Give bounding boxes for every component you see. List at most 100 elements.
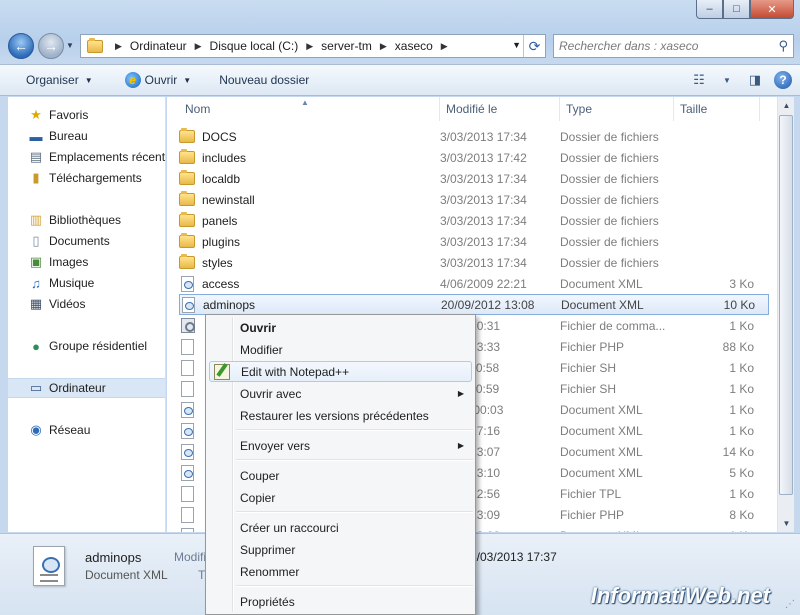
scroll-down-icon[interactable]: ▼ [778,515,794,532]
column-header-modified[interactable]: Modifié le [440,97,560,121]
new-folder-button[interactable]: Nouveau dossier [201,65,319,95]
file-icon [181,359,194,376]
column-header-name[interactable]: ▲ Nom [167,97,440,121]
sidebar-item-reseau[interactable]: ◉ Réseau [8,420,165,440]
column-header-size[interactable]: Taille [674,97,760,121]
file-modified: 20/09/2012 13:08 [441,297,535,312]
column-headers: ▲ Nom Modifié le Type Taille [167,97,777,121]
sidebar-item-label: Favoris [49,108,89,122]
folder-icon [179,191,195,206]
breadcrumb-disque-local[interactable]: Disque local (C:) [208,39,301,53]
refresh-icon[interactable]: ⟳ [523,35,545,57]
minimize-button[interactable]: – [696,0,723,19]
chevron-right-icon[interactable]: ▶ [300,41,319,52]
menu-item-label: Envoyer vers [240,438,311,453]
help-icon[interactable]: ? [774,71,792,89]
table-row[interactable]: access 4/06/2009 22:21 Document XML 3 Ko [179,273,769,294]
navigation-row: ← → ▼ ▶ Ordinateur ▶ Disque local (C:) ▶… [8,33,794,59]
folder-icon [179,233,195,248]
breadcrumb-ordinateur[interactable]: Ordinateur [128,39,189,53]
sidebar-item-groupe[interactable]: ● Groupe résidentiel [8,336,165,356]
file-type: Dossier de fichiers [560,234,659,249]
vertical-scrollbar[interactable]: ▲ ▼ [777,97,794,532]
chevron-down-icon[interactable]: ▼ [718,71,736,89]
address-bar[interactable]: ▶ Ordinateur ▶ Disque local (C:) ▶ serve… [80,34,546,58]
search-icon[interactable]: ⚲ [778,38,788,54]
sidebar-item-images[interactable]: ▣ Images [8,252,165,272]
menu-item-send-to[interactable]: Envoyer vers ▶ [209,435,472,456]
menu-item-delete[interactable]: Supprimer [209,539,472,560]
file-name: DOCS [202,129,237,144]
sidebar-item-label: Groupe résidentiel [49,339,148,353]
file-type: Document XML [561,297,644,312]
chevron-right-icon[interactable]: ▶ [109,41,128,52]
sidebar-item-label: Ordinateur [49,381,106,395]
file-type: Fichier de comma... [560,318,666,333]
history-dropdown-icon[interactable]: ▼ [66,41,74,50]
menu-item-notepad[interactable]: Edit with Notepad++ [209,361,472,382]
sidebar-item-musique[interactable]: ♫ Musique [8,273,165,293]
file-name-cell: includes [179,149,440,165]
back-button[interactable]: ← [8,33,34,59]
homegroup-icon: ● [32,338,40,354]
sidebar-item-label: Emplacements récents [49,150,166,164]
menu-item-cut[interactable]: Couper [209,465,472,486]
close-button[interactable]: ✕ [750,0,794,19]
menu-item-rename[interactable]: Renommer [209,561,472,582]
chevron-right-icon[interactable]: ▶ [189,41,208,52]
file-type: Fichier TPL [560,486,622,501]
sidebar-item-emplacements[interactable]: ▤ Emplacements récents [8,147,166,167]
table-row[interactable]: plugins 3/03/2013 17:34 Dossier de fichier… [179,231,769,252]
address-dropdown-icon[interactable]: ▼ [512,40,521,50]
sidebar-item-bureau[interactable]: ▬ Bureau [8,126,165,146]
organize-button[interactable]: Organiser ▼ [0,65,103,95]
sidebar-item-favoris[interactable]: ★ Favoris [8,105,165,125]
table-row[interactable]: newinstall 3/03/2013 17:34 Dossier de fich… [179,189,769,210]
sidebar-item-telechargements[interactable]: ▮ Téléchargements [8,168,165,188]
file-name: access [202,276,240,291]
details-file-name: adminops [85,550,142,565]
scroll-up-icon[interactable]: ▲ [778,97,794,114]
resize-grip-icon[interactable]: ⋰ [785,600,797,612]
forward-button[interactable]: → [38,33,64,59]
search-input[interactable]: Rechercher dans : xaseco ⚲ [553,34,794,58]
file-modified: 3/03/2013 17:34 [440,234,527,249]
menu-item-label: Edit with Notepad++ [241,364,350,379]
chevron-right-icon[interactable]: ▶ [435,41,454,52]
table-row[interactable]: includes 3/03/2013 17:42 Dossier de fichie… [179,147,769,168]
sidebar-item-bibliotheques[interactable]: ▥ Bibliothèques [8,210,165,230]
file-name-cell: localdb [179,170,440,186]
breadcrumb-xaseco[interactable]: xaseco [393,39,435,53]
table-row[interactable]: styles 3/03/2013 17:34 Dossier de fichiers [179,252,769,273]
star-icon: ★ [30,107,42,122]
column-header-type[interactable]: Type [560,97,674,121]
menu-item-create-shortcut[interactable]: Créer un raccourci [209,517,472,538]
open-button[interactable]: e Ouvrir ▼ [103,65,202,95]
file-modified: 3/03/2013 17:34 [440,129,527,144]
file-name: includes [202,150,247,165]
view-options-icon[interactable]: ☷ [690,71,708,89]
menu-item-properties[interactable]: Propriétés [209,591,472,612]
preview-pane-icon[interactable]: ◨ [746,71,764,89]
menu-item-open[interactable]: Ouvrir [209,317,472,338]
table-row[interactable]: panels 3/03/2013 17:34 Dossier de fichiers [179,210,769,231]
menu-item-copy[interactable]: Copier [209,487,472,508]
menu-item-open-with[interactable]: Ouvrir avec ▶ [209,383,472,404]
table-row[interactable]: adminops 20/09/2012 13:08 Document XML 10 K… [179,294,769,315]
xml-file-icon [181,443,194,460]
toolbar-right: ☷ ▼ ◨ ? [690,71,792,89]
maximize-button[interactable]: □ [723,0,750,19]
table-row[interactable]: DOCS 3/03/2013 17:34 Dossier de fichiers [179,126,769,147]
breadcrumb-server-tm[interactable]: server-tm [319,39,374,53]
menu-item-edit[interactable]: Modifier [209,339,472,360]
scroll-thumb[interactable] [779,115,793,495]
table-row[interactable]: localdb 3/03/2013 17:34 Dossier de fichier… [179,168,769,189]
sidebar-item-videos[interactable]: ▦ Vidéos [8,294,165,314]
file-name-cell: styles [179,254,440,270]
file-name: panels [202,213,238,228]
chevron-right-icon[interactable]: ▶ [374,41,393,52]
sidebar-item-ordinateur[interactable]: ▭ Ordinateur [8,378,165,398]
menu-item-restore[interactable]: Restaurer les versions précédentes [209,405,472,426]
sidebar-item-documents[interactable]: ▯ Documents [8,231,165,251]
file-type: Document XML [560,276,643,291]
